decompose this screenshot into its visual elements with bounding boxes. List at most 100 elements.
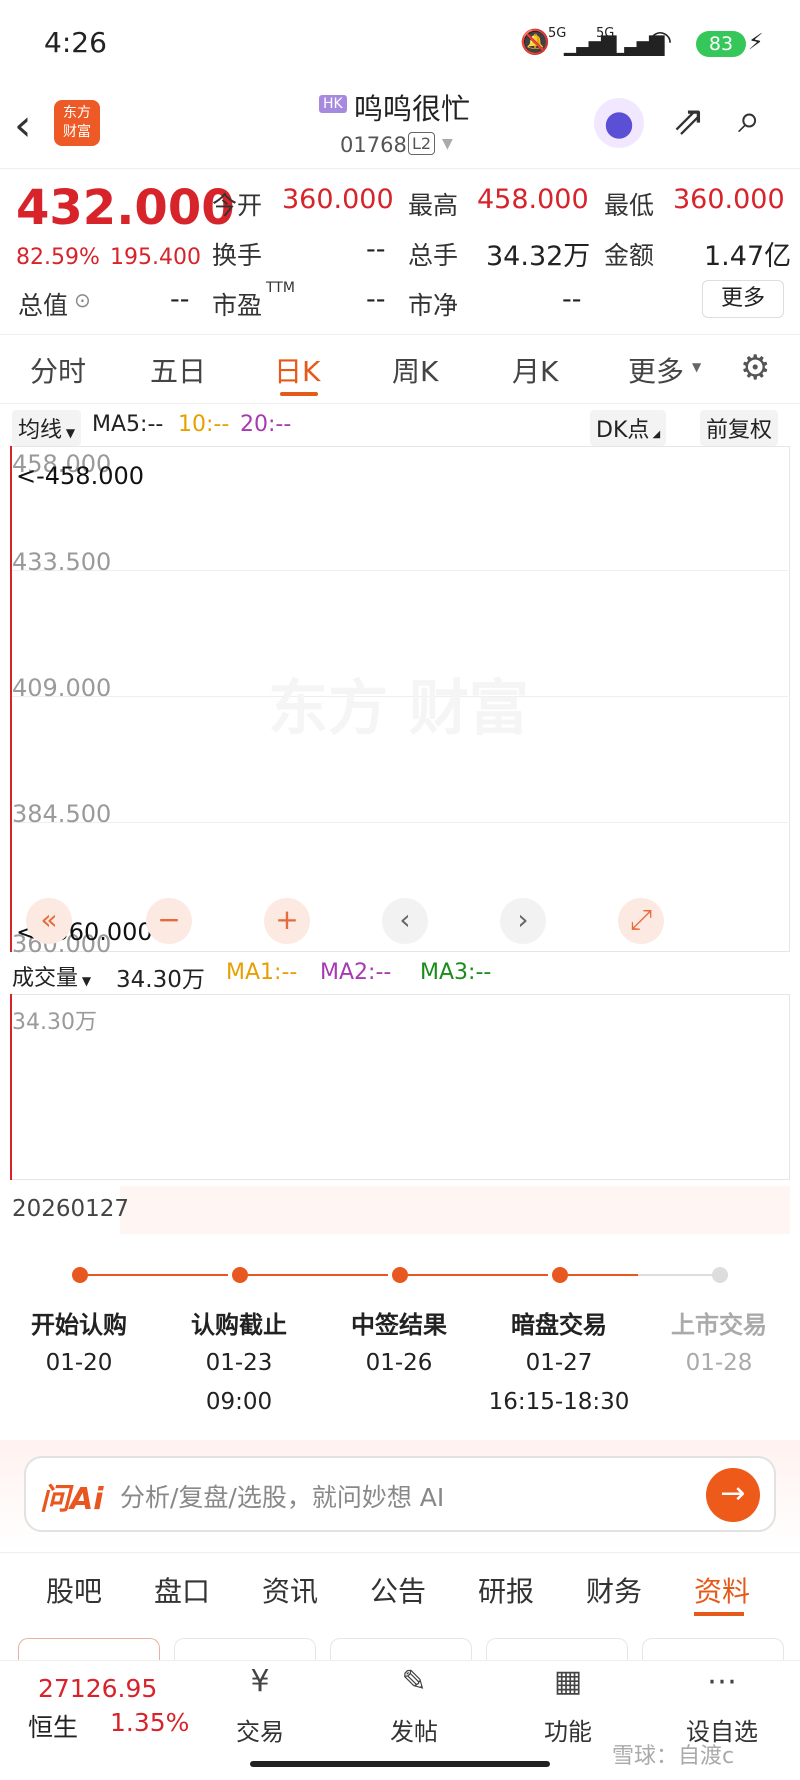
gridline bbox=[12, 822, 788, 823]
battery-indicator: 83 bbox=[696, 31, 746, 57]
zoom-out-button[interactable]: − bbox=[146, 898, 192, 944]
arrow-right-icon[interactable]: → bbox=[706, 1468, 760, 1522]
pe-label: 市盈 bbox=[212, 291, 263, 320]
pe-value: -- bbox=[366, 284, 386, 315]
ai-search-input[interactable]: 分析/复盘/选股，就问妙想 AI bbox=[120, 1478, 444, 1514]
chart-watermark: 东方 财富 bbox=[268, 674, 529, 744]
ma-selector[interactable]: 均线 ▼ bbox=[12, 410, 82, 446]
timeline-label: 暗盘交易 bbox=[511, 1311, 607, 1339]
timeline-date: 01-26 bbox=[365, 1350, 433, 1376]
timeline-date: 01-23 bbox=[205, 1350, 273, 1376]
ma5-value: MA5:-- bbox=[92, 412, 164, 437]
divider bbox=[0, 168, 800, 169]
timeline-label: 开始认购 bbox=[31, 1311, 127, 1339]
y-axis-label: 409.000 bbox=[12, 674, 112, 702]
scroll-right-button[interactable]: › bbox=[500, 898, 546, 944]
fullscreen-icon[interactable]: ⤢ bbox=[618, 898, 664, 944]
grid-icon[interactable]: ▦ bbox=[528, 1664, 608, 1699]
turnover-label: 换手 bbox=[212, 241, 263, 270]
current-price: 432.000 bbox=[16, 180, 235, 236]
home-indicator[interactable] bbox=[250, 1761, 550, 1767]
search-icon[interactable]: ⌕ bbox=[738, 96, 760, 142]
timeline-time: 16:15-18:30 bbox=[488, 1389, 630, 1415]
high-marker: <-458.000 bbox=[16, 462, 145, 490]
tab-research[interactable]: 研报 bbox=[478, 1570, 534, 1610]
tab-news[interactable]: 资讯 bbox=[262, 1570, 318, 1610]
volume-value: 34.32万 bbox=[486, 241, 591, 272]
adjust-toggle[interactable]: 前复权 bbox=[700, 410, 779, 446]
app-logo: 东方 财富 bbox=[54, 100, 100, 146]
timeline-date: 01-20 bbox=[45, 1350, 113, 1376]
tab-orderbook[interactable]: 盘口 bbox=[154, 1570, 210, 1610]
functions-button[interactable]: 功能 bbox=[518, 1712, 618, 1747]
tab-financials[interactable]: 财务 bbox=[586, 1570, 642, 1610]
trade-icon[interactable]: ¥ bbox=[220, 1664, 300, 1699]
amount-value: 1.47亿 bbox=[704, 241, 792, 272]
y-axis-label: 433.500 bbox=[12, 548, 112, 576]
timeline-label: 认购截止 bbox=[191, 1311, 287, 1339]
level2-badge: L2 bbox=[408, 132, 436, 155]
chevron-down-icon[interactable]: ▼ bbox=[442, 136, 453, 152]
charging-icon: ⚡ bbox=[748, 30, 764, 55]
post-icon[interactable]: ✎ bbox=[374, 1664, 454, 1699]
info-icon[interactable]: ⊙ bbox=[74, 288, 91, 312]
low-label: 最低 bbox=[604, 191, 655, 220]
share-icon[interactable]: ⇗ bbox=[672, 98, 706, 144]
tab-weekly-k[interactable]: 周K bbox=[392, 350, 438, 390]
timeline-time: 09:00 bbox=[205, 1389, 273, 1415]
timeline-label: 中签结果 bbox=[351, 1311, 447, 1339]
change-amount: 195.400 bbox=[110, 245, 201, 270]
timeline-dot bbox=[392, 1267, 408, 1283]
tab-daily-k[interactable]: 日K bbox=[274, 350, 320, 390]
pe-superscript: TTM bbox=[266, 280, 295, 296]
zoom-in-button[interactable]: + bbox=[264, 898, 310, 944]
dk-label: DK点 bbox=[596, 418, 650, 443]
index-percent[interactable]: 1.35% bbox=[110, 1708, 189, 1737]
volume-y-label: 34.30万 bbox=[12, 1010, 97, 1035]
assistant-avatar[interactable] bbox=[594, 98, 644, 148]
tab-profile[interactable]: 资料 bbox=[694, 1570, 750, 1610]
change-percent: 82.59% bbox=[16, 245, 100, 270]
high-value: 458.000 bbox=[477, 184, 589, 215]
ma2-value: MA2:-- bbox=[320, 960, 392, 985]
tab-announcements[interactable]: 公告 bbox=[370, 1570, 426, 1610]
open-label: 今开 bbox=[212, 191, 263, 220]
scroll-left-fast-button[interactable]: « bbox=[26, 898, 72, 944]
index-name[interactable]: 恒生 bbox=[28, 1708, 78, 1744]
volume-label: 总手 bbox=[408, 241, 459, 270]
volume-chart[interactable] bbox=[10, 994, 790, 1180]
open-value: 360.000 bbox=[282, 184, 394, 215]
tab-guba[interactable]: 股吧 bbox=[46, 1570, 102, 1610]
gear-icon[interactable]: ⚙ bbox=[740, 348, 770, 388]
dk-point-toggle[interactable]: DK点 ◢ bbox=[590, 410, 667, 446]
low-value: 360.000 bbox=[673, 184, 785, 215]
index-value[interactable]: 27126.95 bbox=[38, 1674, 157, 1703]
timeline-date: 01-27 bbox=[525, 1350, 593, 1376]
turnover-value: -- bbox=[366, 234, 386, 265]
timeline-line bbox=[568, 1274, 638, 1276]
app-logo-text: 东方 财富 bbox=[63, 105, 91, 140]
active-tab-indicator bbox=[694, 1612, 744, 1616]
volume-selector[interactable]: 成交量 ▼ bbox=[12, 960, 91, 992]
back-icon[interactable]: ‹ bbox=[14, 100, 32, 151]
chevron-down-icon: ▼ bbox=[692, 360, 702, 374]
tab-intraday[interactable]: 分时 bbox=[30, 350, 86, 390]
tab-five-day[interactable]: 五日 bbox=[150, 350, 206, 390]
trade-button[interactable]: 交易 bbox=[210, 1712, 310, 1747]
ma1-value: MA1:-- bbox=[226, 960, 298, 985]
more-dots-icon[interactable]: ⋯ bbox=[682, 1664, 762, 1699]
ai-logo: 问Ai bbox=[40, 1482, 104, 1517]
mute-icon: 🔕 bbox=[520, 28, 550, 56]
timeline-dot-pending bbox=[712, 1267, 728, 1283]
high-label: 最高 bbox=[408, 191, 459, 220]
tab-more[interactable]: 更多 bbox=[628, 350, 684, 390]
stock-code: 01768 bbox=[340, 133, 407, 157]
timeline-date: 01-28 bbox=[685, 1350, 753, 1376]
scroll-left-button[interactable]: ‹ bbox=[382, 898, 428, 944]
more-quote-button[interactable]: 更多 bbox=[702, 280, 784, 318]
post-button[interactable]: 发帖 bbox=[364, 1712, 464, 1747]
tab-monthly-k[interactable]: 月K bbox=[512, 350, 558, 390]
timeline-dot bbox=[72, 1267, 88, 1283]
active-tab-indicator bbox=[280, 392, 318, 396]
timeline-line-pending bbox=[638, 1274, 712, 1276]
